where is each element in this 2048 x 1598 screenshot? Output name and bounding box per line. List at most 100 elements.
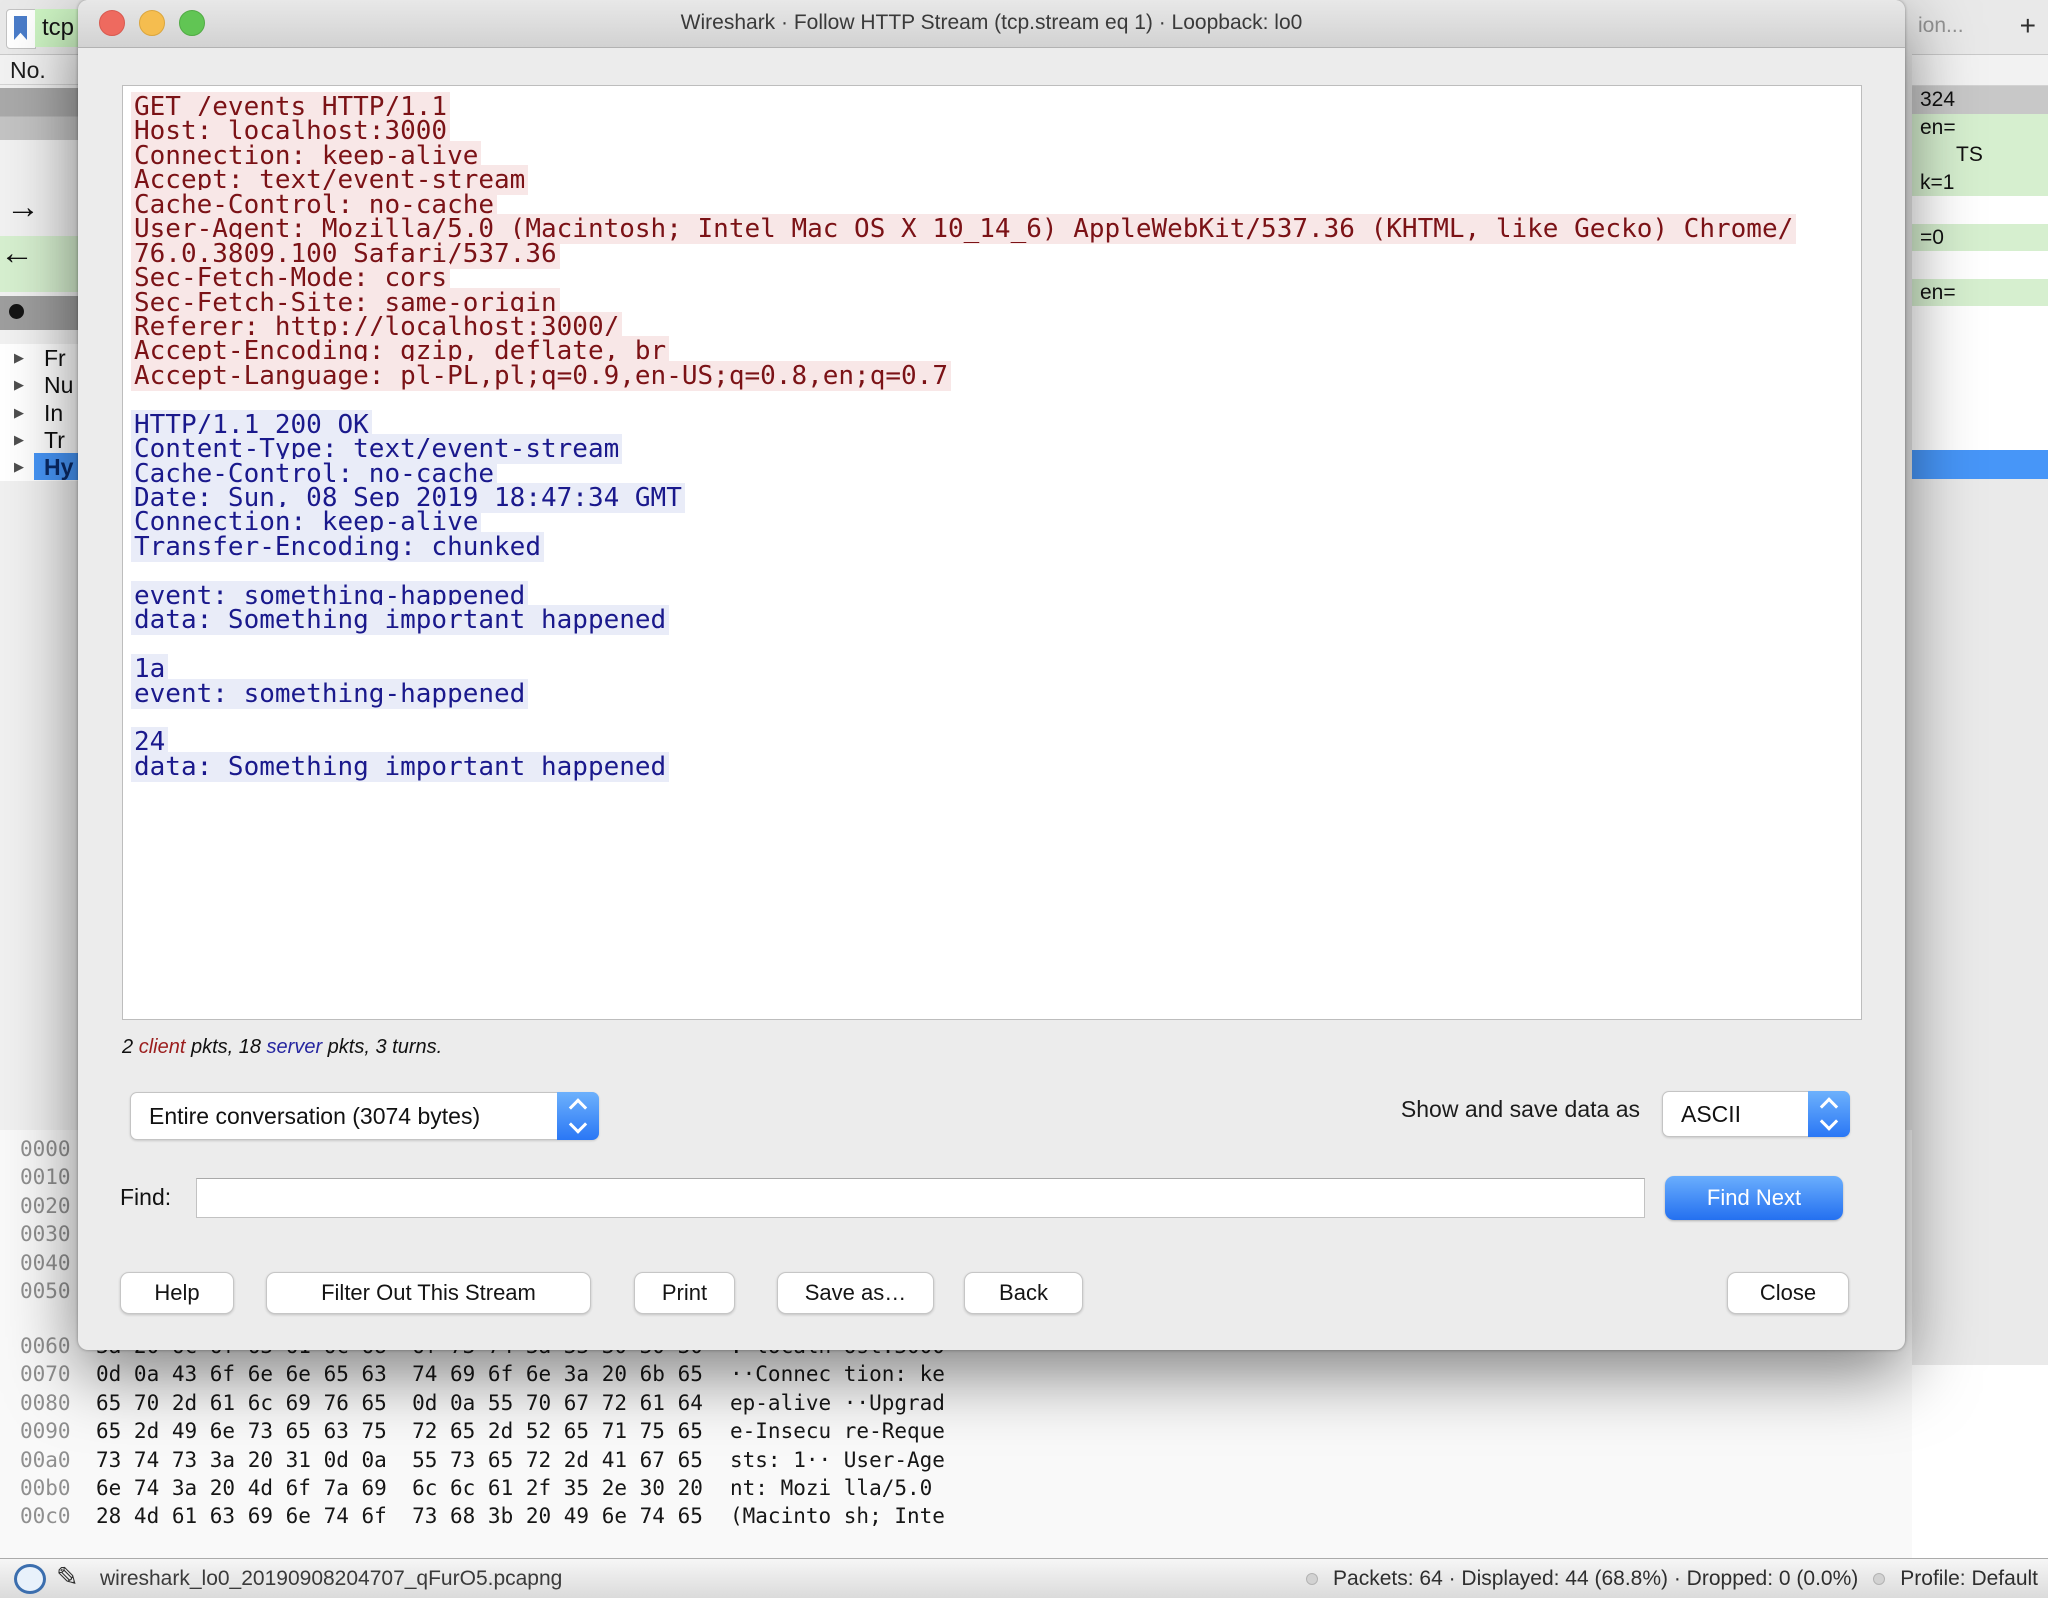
dialog-titlebar[interactable]: Wireshark · Follow HTTP Stream (tcp.stre…: [78, 0, 1905, 48]
status-dot-icon: [1306, 1573, 1318, 1585]
expand-triangle-icon[interactable]: ▶: [14, 432, 24, 448]
tree-row-label: Hy: [44, 454, 73, 481]
packet-list-header-right: [1912, 55, 2048, 86]
hex-offset: 0060: [20, 1334, 71, 1358]
toolbar-right-fragment: ion... +: [1912, 0, 2048, 55]
save-as-button[interactable]: Save as…: [777, 1272, 934, 1314]
stream-content: GET /events HTTP/1.1Host: localhost:3000…: [123, 86, 1861, 779]
find-input[interactable]: [196, 1178, 1645, 1218]
conversation-select-value: Entire conversation (3074 bytes): [149, 1093, 480, 1139]
bookmark-icon: [14, 16, 27, 40]
hex-ascii: ep-alive ··Upgrad: [730, 1391, 945, 1415]
stream-line: [131, 706, 1861, 730]
packet-row-fragment[interactable]: [1912, 196, 2048, 224]
capture-filename: wireshark_lo0_20190908204707_qFurO5.pcap…: [100, 1559, 562, 1598]
filter-out-stream-button[interactable]: Filter Out This Stream: [266, 1272, 591, 1314]
tree-row-label: Fr: [44, 345, 66, 372]
hex-offset: 00c0: [20, 1504, 71, 1528]
hex-row[interactable]: 00c0 28 4d 61 63 69 6e 74 6f 73 68 3b 20 …: [0, 1504, 1915, 1532]
dialog-title: Wireshark · Follow HTTP Stream (tcp.stre…: [78, 0, 1905, 46]
hex-ascii: (Macinto sh; Inte: [730, 1504, 945, 1528]
hex-offset: 00a0: [20, 1448, 71, 1472]
stream-line: 1a: [131, 657, 1861, 681]
hex-bytes: 65 2d 49 6e 73 65 63 75 72 65 2d 52 65 7…: [96, 1419, 703, 1443]
pane-background-right: [1912, 479, 2048, 1365]
close-button[interactable]: Close: [1727, 1272, 1849, 1314]
hex-row[interactable]: 00a073 74 73 3a 20 31 0d 0a 55 73 65 72 …: [0, 1448, 1915, 1476]
packet-row-fragment[interactable]: k=1: [1912, 169, 2048, 197]
stepper-icon[interactable]: [557, 1092, 599, 1140]
tree-row-label: Nu: [44, 372, 73, 399]
hex-row[interactable]: 00b0 6e 74 3a 20 4d 6f 7a 69 6c 6c 61 2f …: [0, 1476, 1915, 1504]
capture-comment-icon[interactable]: ✎: [56, 1562, 79, 1593]
hex-row[interactable]: 0090 65 2d 49 6e 73 65 63 75 72 65 2d 52 …: [0, 1419, 1915, 1447]
packet-row-fragment[interactable]: TS: [1912, 141, 2048, 169]
packet-row-fragment[interactable]: [1912, 251, 2048, 279]
stream-line: Transfer-Encoding: chunked: [131, 535, 1861, 559]
expand-triangle-icon[interactable]: ▶: [14, 377, 24, 393]
hex-offset: 0080: [20, 1391, 71, 1415]
stream-line: data: Something important happened: [131, 608, 1861, 632]
packet-counts: Packets: 64 · Displayed: 44 (68.8%) · Dr…: [1333, 1567, 1858, 1591]
stream-content-box[interactable]: GET /events HTTP/1.1Host: localhost:3000…: [122, 85, 1862, 1020]
stream-dot-icon: [9, 304, 24, 319]
packet-cell-text: en=: [1920, 116, 1956, 139]
packet-cell-text: 324: [1920, 88, 1955, 111]
packet-row-fragment[interactable]: =0: [1912, 224, 2048, 252]
print-button[interactable]: Print: [634, 1272, 735, 1314]
packet-cell-text: en=: [1920, 281, 1956, 304]
expert-info-icon[interactable]: [14, 1564, 46, 1594]
filter-bookmark-button[interactable]: [6, 9, 36, 49]
packet-row-fragment[interactable]: 324: [1912, 86, 2048, 114]
hex-offset: 0020: [20, 1194, 71, 1218]
conversation-select[interactable]: Entire conversation (3074 bytes): [130, 1092, 599, 1140]
tree-row-label: Tr: [44, 427, 65, 454]
profile-label[interactable]: Profile: Default: [1900, 1567, 2038, 1591]
packet-cell-text: TS: [1956, 143, 1983, 166]
status-dot-icon: [1873, 1573, 1885, 1585]
hex-row[interactable]: 0070 0d 0a 43 6f 6e 6e 65 63 74 69 6f 6e …: [0, 1362, 1915, 1390]
packet-cell-text: =0: [1920, 226, 1944, 249]
find-label: Find:: [120, 1184, 171, 1211]
find-next-button[interactable]: Find Next: [1665, 1176, 1843, 1220]
stepper-icon[interactable]: [1808, 1091, 1850, 1137]
hex-offset: 0040: [20, 1251, 71, 1275]
hex-bytes: 65 70 2d 61 6c 69 76 65 0d 0a 55 70 67 7…: [96, 1391, 703, 1415]
hex-offset: 0090: [20, 1419, 71, 1443]
request-arrow-icon: →: [6, 190, 40, 224]
status-bar: ✎ wireshark_lo0_20190908204707_qFurO5.pc…: [0, 1558, 2048, 1598]
tree-row-label: In: [44, 400, 63, 427]
stream-line: Sec-Fetch-Mode: cors: [131, 266, 1861, 290]
packet-row-fragment[interactable]: en=: [1912, 279, 2048, 307]
stream-line: Accept-Language: pl-PL,pl;q=0.9,en-US;q=…: [131, 364, 1861, 388]
expand-triangle-icon[interactable]: ▶: [14, 350, 24, 366]
hex-bytes: 6e 74 3a 20 4d 6f 7a 69 6c 6c 61 2f 35 2…: [96, 1476, 703, 1500]
back-button[interactable]: Back: [964, 1272, 1083, 1314]
hex-bytes: 28 4d 61 63 69 6e 74 6f 73 68 3b 20 49 6…: [96, 1504, 703, 1528]
expression-button-fragment[interactable]: ion...: [1918, 14, 1964, 38]
hex-bytes: 0d 0a 43 6f 6e 6e 65 63 74 69 6f 6e 3a 2…: [96, 1362, 703, 1386]
expand-triangle-icon[interactable]: ▶: [14, 459, 24, 475]
show-save-label: Show and save data as: [1401, 1096, 1640, 1123]
stream-line: User-Agent: Mozilla/5.0 (Macintosh; Inte…: [131, 217, 1861, 241]
hex-ascii: sts: 1·· User-Age: [730, 1448, 945, 1472]
hex-offset: 00b0: [20, 1476, 71, 1500]
stream-line: data: Something important happened: [131, 755, 1861, 779]
packet-row-fragment[interactable]: en=: [1912, 114, 2048, 142]
format-select-value: ASCII: [1681, 1092, 1741, 1136]
hex-ascii: e-Insecu re-Reque: [730, 1419, 945, 1443]
help-button[interactable]: Help: [120, 1272, 234, 1314]
packet-cell-text: k=1: [1920, 171, 1954, 194]
hex-ascii: ··Connec tion: ke: [730, 1362, 945, 1386]
format-select[interactable]: ASCII: [1662, 1091, 1850, 1137]
expand-triangle-icon[interactable]: ▶: [14, 405, 24, 421]
hex-ascii: nt: Mozi lla/5.0: [730, 1476, 932, 1500]
hex-offset: 0070: [20, 1362, 71, 1386]
hex-offset: 0000: [20, 1137, 71, 1161]
stream-line: Content-Type: text/event-stream: [131, 437, 1861, 461]
selected-row-highlight[interactable]: [1912, 450, 2048, 479]
packet-list-right: 324en=TSk=1=0en=: [1912, 86, 2048, 306]
add-filter-button[interactable]: +: [2020, 10, 2036, 42]
hex-row[interactable]: 0080 65 70 2d 61 6c 69 76 65 0d 0a 55 70 …: [0, 1391, 1915, 1419]
stream-stats: 2 client pkts, 18 server pkts, 3 turns.: [122, 1036, 442, 1059]
